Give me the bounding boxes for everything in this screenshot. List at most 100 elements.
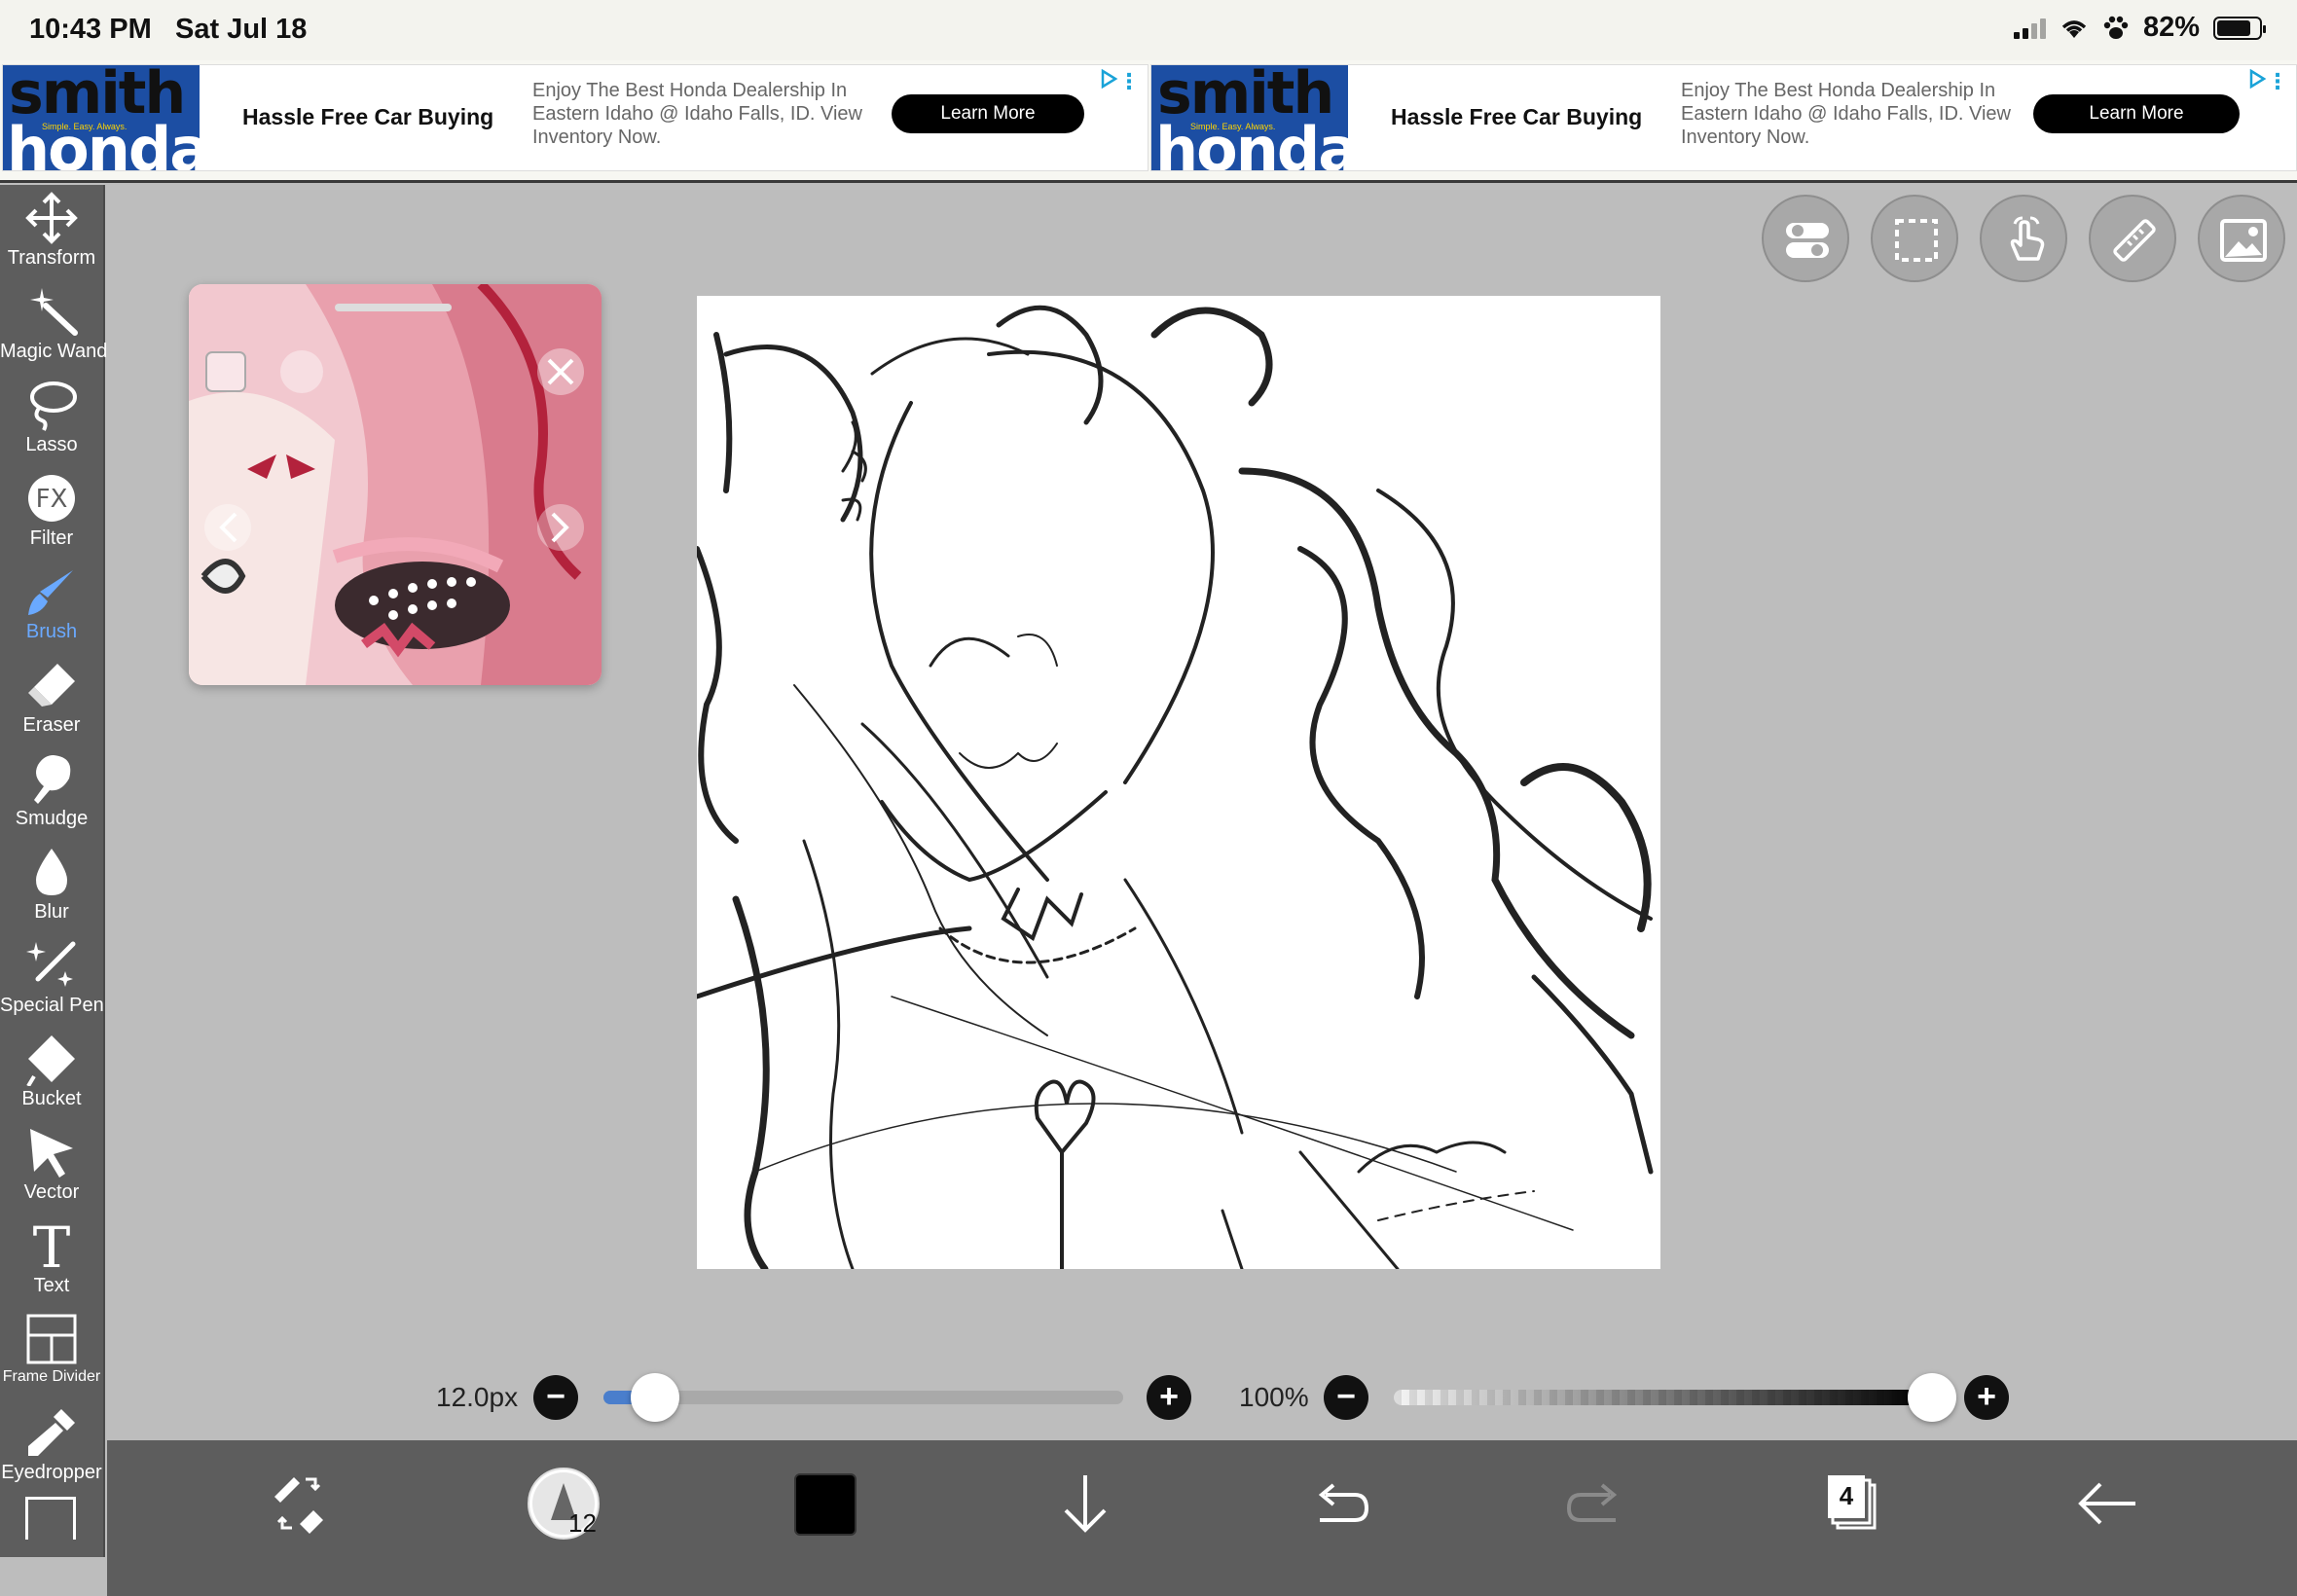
tool-label: Brush <box>25 621 78 642</box>
tool-eyedropper[interactable]: Eyedropper <box>0 1401 103 1495</box>
ad-logo: smith Simple. Easy. Always. honda <box>3 65 200 170</box>
selection-icon <box>1895 219 1938 262</box>
ad-learn-more-button[interactable]: Learn More <box>2033 94 2240 133</box>
toggle-settings-button[interactable] <box>1762 195 1849 282</box>
ad-description: Enjoy The Best Honda Dealership In Easte… <box>1681 80 2011 148</box>
tool-label: Filter <box>29 527 74 549</box>
opacity-thumb[interactable] <box>1908 1373 1956 1422</box>
ad-unit[interactable]: smith Simple. Easy. Always. honda Hassle… <box>2 64 1148 171</box>
color-picker-button[interactable] <box>781 1460 868 1547</box>
ad-logo-honda: honda <box>7 114 200 170</box>
back-button[interactable] <box>2063 1460 2151 1547</box>
tool-lasso[interactable]: Lasso <box>0 374 103 467</box>
tool-text[interactable]: T Text <box>0 1215 103 1308</box>
brush-size-badge: 12 <box>568 1508 597 1538</box>
text-icon: T <box>24 1215 79 1281</box>
magic-wand-icon <box>24 284 79 339</box>
ad-menu-icon[interactable]: ⋮ <box>1118 69 1140 94</box>
lasso-icon <box>24 378 79 432</box>
ad-learn-more-button[interactable]: Learn More <box>892 94 1084 133</box>
brush-size-slider[interactable] <box>603 1391 1123 1404</box>
tool-sidebar: Transform Magic Wand Lasso FX Filter Brush Era… <box>0 185 107 1557</box>
bottom-toolbar: 12 4 <box>107 1440 2297 1596</box>
redo-button[interactable] <box>1551 1460 1639 1547</box>
ad-headline[interactable]: Hassle Free Car Buying <box>1391 104 1642 130</box>
layers-button[interactable]: 4 <box>1808 1460 1896 1547</box>
frame-divider-icon <box>24 1312 79 1366</box>
tool-label: Bucket <box>21 1088 82 1109</box>
drawing-canvas[interactable] <box>697 296 1660 1269</box>
download-button[interactable] <box>1041 1460 1129 1547</box>
status-bar: 10:43 PM Sat Jul 18 82% <box>0 0 2297 60</box>
layer-count: 4 <box>1839 1481 1854 1510</box>
cursor-arrow-icon <box>24 1125 79 1179</box>
brush-size-value: 12.0px <box>436 1382 519 1412</box>
ad-unit[interactable]: smith Simple. Easy. Always. honda Hassle… <box>1150 64 2297 171</box>
hand-touch-button[interactable] <box>1980 195 2067 282</box>
image-reference-icon <box>2220 219 2267 262</box>
arrow-left-icon <box>2078 1482 2135 1525</box>
wifi-icon <box>2061 19 2087 38</box>
tool-label: Text <box>33 1275 70 1296</box>
reference-artwork <box>189 284 602 685</box>
tool-eraser[interactable]: Eraser <box>0 654 103 747</box>
ruler-button[interactable] <box>2089 195 2176 282</box>
tool-label: Blur <box>34 901 69 923</box>
brush-preview-button[interactable]: 12 <box>520 1460 607 1547</box>
cellular-signal-icon <box>2013 18 2046 39</box>
adchoices-icon[interactable] <box>1099 69 1118 89</box>
tool-filter[interactable]: FX Filter <box>0 467 103 561</box>
status-time: 10:43 PM <box>29 14 152 45</box>
ad-menu-icon[interactable]: ⋮ <box>2267 69 2288 94</box>
hand-touch-icon <box>2010 216 2045 261</box>
tool-smudge[interactable]: Smudge <box>0 747 103 841</box>
brush-eraser-swap-button[interactable] <box>255 1460 343 1547</box>
swap-brush-eraser-icon <box>274 1477 323 1534</box>
smudge-icon <box>24 751 79 806</box>
ad-logo: smith Simple. Easy. Always. honda <box>1151 65 1348 170</box>
tool-label: Smudge <box>15 808 89 829</box>
tool-brush[interactable]: Brush <box>0 561 103 654</box>
brush-size-increase-button[interactable]: + <box>1147 1375 1191 1420</box>
brush-icon <box>24 564 79 619</box>
tool-label: Vector <box>23 1181 80 1203</box>
ad-banner: smith Simple. Easy. Always. honda Hassle… <box>0 60 2297 183</box>
droplet-icon <box>24 845 79 899</box>
battery-percent: 82% <box>2142 12 2200 43</box>
brush-size-decrease-button[interactable]: − <box>533 1375 578 1420</box>
selection-button[interactable] <box>1871 195 1958 282</box>
svg-text:FX: FX <box>36 485 68 514</box>
undo-button[interactable] <box>1296 1460 1384 1547</box>
opacity-decrease-button[interactable]: − <box>1324 1375 1368 1420</box>
tool-special-pen[interactable]: Special Pen <box>0 934 104 1028</box>
tool-label: Special Pen <box>0 995 104 1016</box>
arrow-down-icon <box>1064 1475 1107 1533</box>
tool-magic-wand[interactable]: Magic Wand <box>0 280 107 374</box>
tool-label: Eyedropper <box>1 1462 102 1483</box>
reference-image-window[interactable] <box>189 284 602 685</box>
ad-description: Enjoy The Best Honda Dealership In Easte… <box>532 80 862 148</box>
eyedropper-icon <box>24 1405 79 1460</box>
battery-icon <box>2213 16 2266 40</box>
undo-icon <box>1318 1483 1369 1522</box>
status-indicators: 82% <box>2013 12 2266 44</box>
ad-headline[interactable]: Hassle Free Car Buying <box>242 104 493 130</box>
opacity-increase-button[interactable]: + <box>1964 1375 2009 1420</box>
redo-icon <box>1566 1483 1618 1522</box>
tool-label: Transform <box>7 247 96 269</box>
sketch-artwork <box>697 305 1654 1269</box>
fx-icon: FX <box>24 471 79 526</box>
adchoices-icon[interactable] <box>2247 69 2267 89</box>
tool-blur[interactable]: Blur <box>0 841 103 934</box>
paw-icon <box>2103 16 2129 39</box>
reference-image-button[interactable] <box>2198 195 2285 282</box>
toggle-icon <box>1786 223 1829 258</box>
tool-vector[interactable]: Vector <box>0 1121 103 1215</box>
layer-tool-icon[interactable] <box>25 1497 76 1540</box>
ruler-icon <box>2113 219 2156 262</box>
tool-transform[interactable]: Transform <box>0 187 103 280</box>
ad-logo-honda: honda <box>1155 114 1348 170</box>
tool-bucket[interactable]: Bucket <box>0 1028 103 1121</box>
opacity-slider[interactable] <box>1394 1390 1927 1405</box>
tool-frame-divider[interactable]: Frame Divider <box>0 1308 103 1401</box>
